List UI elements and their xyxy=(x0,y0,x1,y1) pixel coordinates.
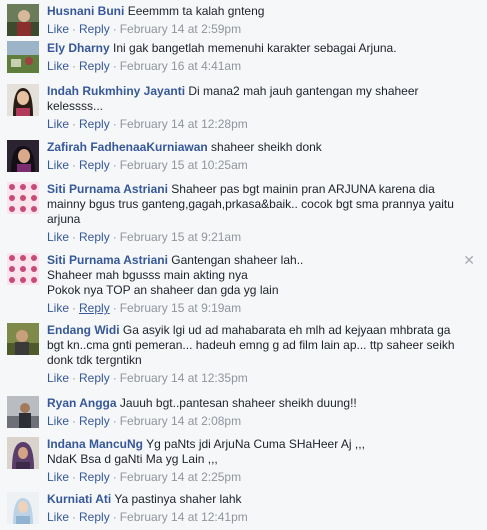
comment-timestamp[interactable]: February 14 at 2:59pm xyxy=(120,22,241,36)
avatar[interactable] xyxy=(7,323,39,355)
like-link[interactable]: Like xyxy=(47,117,69,131)
comment-author[interactable]: Zafirah FadhenaaKurniawan xyxy=(47,140,208,154)
avatar[interactable] xyxy=(7,253,39,285)
comment-timestamp[interactable]: February 15 at 9:19am xyxy=(120,301,241,315)
comment-author[interactable]: Kurniati Ati xyxy=(47,492,111,506)
like-link[interactable]: Like xyxy=(47,158,69,172)
comment-author[interactable]: Indana MancuNg xyxy=(47,437,143,451)
avatar[interactable] xyxy=(7,182,39,214)
comment-author[interactable]: Siti Purnama Astriani xyxy=(47,182,168,196)
like-link[interactable]: Like xyxy=(47,230,69,244)
like-link[interactable]: Like xyxy=(47,59,69,73)
like-link[interactable]: Like xyxy=(47,470,69,484)
comment-text: Eeemmm ta kalah gnteng xyxy=(127,4,265,18)
reply-link[interactable]: Reply xyxy=(79,117,110,131)
like-link[interactable]: Like xyxy=(47,414,69,428)
comment-author[interactable]: Indah Rukmhiny Jayanti xyxy=(47,84,185,98)
reply-link[interactable]: Reply xyxy=(79,371,110,385)
comment-timestamp[interactable]: February 15 at 10:25am xyxy=(120,158,248,172)
comment-thread: Husnani Buni Eeemmm ta kalah gnteng Like… xyxy=(0,0,487,530)
comment-text: Ini gak bangetlah memenuhi karakter seba… xyxy=(113,41,397,55)
reply-link[interactable]: Reply xyxy=(79,414,110,428)
comment-timestamp[interactable]: February 14 at 12:41pm xyxy=(120,510,248,524)
like-link[interactable]: Like xyxy=(47,22,69,36)
avatar[interactable] xyxy=(7,140,39,172)
comment-text: Jauuh bgt..pantesan shaheer sheikh duung… xyxy=(119,396,357,410)
like-link[interactable]: Like xyxy=(47,301,69,315)
avatar[interactable] xyxy=(7,41,39,73)
comment-author[interactable]: Endang Widi xyxy=(47,323,120,337)
comment-timestamp[interactable]: February 14 at 2:25pm xyxy=(120,470,241,484)
like-link[interactable]: Like xyxy=(47,510,69,524)
comment-timestamp[interactable]: February 14 at 12:28pm xyxy=(120,117,248,131)
avatar[interactable] xyxy=(7,84,39,116)
comment-timestamp[interactable]: February 14 at 2:08pm xyxy=(120,414,241,428)
close-icon[interactable]: ✕ xyxy=(463,253,475,267)
comment-text: shaheer sheikh donk xyxy=(211,140,322,154)
avatar[interactable] xyxy=(7,437,39,469)
reply-link[interactable]: Reply xyxy=(79,59,110,73)
reply-link[interactable]: Reply xyxy=(79,22,110,36)
comment-author[interactable]: Ryan Angga xyxy=(47,396,117,410)
like-link[interactable]: Like xyxy=(47,371,69,385)
avatar[interactable] xyxy=(7,396,39,428)
comment-timestamp[interactable]: February 14 at 12:35pm xyxy=(120,371,248,385)
comment-author[interactable]: Siti Purnama Astriani xyxy=(47,253,168,267)
reply-link[interactable]: Reply xyxy=(79,301,110,315)
comment-author[interactable]: Ely Dharny xyxy=(47,41,110,55)
reply-link[interactable]: Reply xyxy=(79,158,110,172)
avatar[interactable] xyxy=(7,4,39,36)
comment-timestamp[interactable]: February 16 at 4:41am xyxy=(120,59,241,73)
comment-author[interactable]: Husnani Buni xyxy=(47,4,124,18)
reply-link[interactable]: Reply xyxy=(79,470,110,484)
avatar[interactable] xyxy=(7,492,39,524)
reply-link[interactable]: Reply xyxy=(79,510,110,524)
comment-text: Ya pastinya shaher lahk xyxy=(114,492,242,506)
comment-timestamp[interactable]: February 15 at 9:21am xyxy=(120,230,241,244)
reply-link[interactable]: Reply xyxy=(79,230,110,244)
